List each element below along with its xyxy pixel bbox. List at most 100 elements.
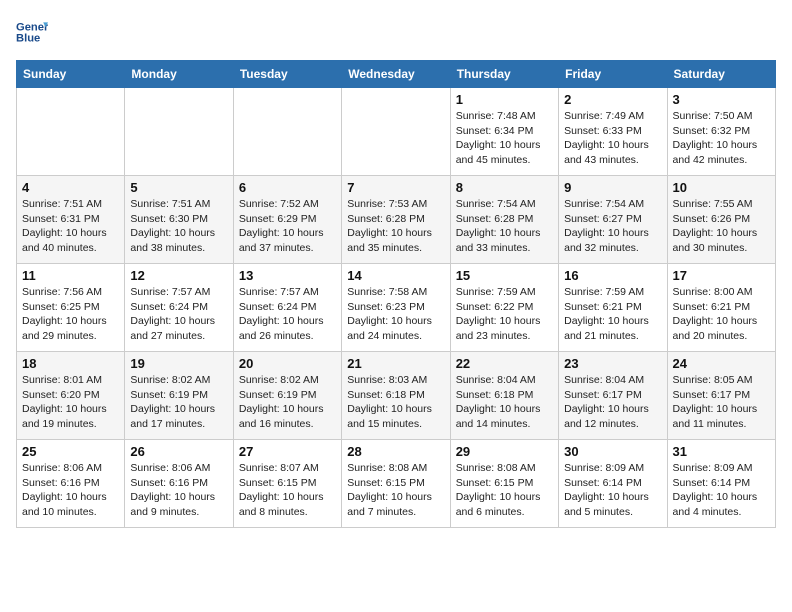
day-number: 14 (347, 268, 444, 283)
day-info: Sunrise: 7:51 AM Sunset: 6:30 PM Dayligh… (130, 197, 227, 256)
day-number: 18 (22, 356, 119, 371)
day-number: 19 (130, 356, 227, 371)
day-number: 5 (130, 180, 227, 195)
day-info: Sunrise: 7:49 AM Sunset: 6:33 PM Dayligh… (564, 109, 661, 168)
calendar-cell: 9Sunrise: 7:54 AM Sunset: 6:27 PM Daylig… (559, 176, 667, 264)
weekday-header: Thursday (450, 61, 558, 88)
day-number: 15 (456, 268, 553, 283)
calendar-cell: 18 Sunrise: 8:01 AM Sunset: 6:20 PM Dayli… (17, 352, 125, 440)
day-number: 17 (673, 268, 770, 283)
day-number: 8 (456, 180, 553, 195)
calendar-cell: 31 Sunrise: 8:09 AM Sunset: 6:14 PM Dayli… (667, 440, 775, 528)
day-info: Sunrise: 8:07 AM Sunset: 6:15 PM Dayligh… (239, 461, 336, 520)
day-number: 12 (130, 268, 227, 283)
day-info: Sunrise: 8:04 AM Sunset: 6:18 PM Dayligh… (456, 373, 553, 432)
calendar-cell (17, 88, 125, 176)
day-number: 9 (564, 180, 661, 195)
calendar-cell: 30 Sunrise: 8:09 AM Sunset: 6:14 PM Dayli… (559, 440, 667, 528)
day-number: 21 (347, 356, 444, 371)
day-number: 30 (564, 444, 661, 459)
day-info: Sunrise: 7:51 AM Sunset: 6:31 PM Dayligh… (22, 197, 119, 256)
day-number: 27 (239, 444, 336, 459)
calendar-cell: 10 Sunrise: 7:55 AM Sunset: 6:26 PM Dayli… (667, 176, 775, 264)
weekday-header: Friday (559, 61, 667, 88)
day-info: Sunrise: 8:04 AM Sunset: 6:17 PM Dayligh… (564, 373, 661, 432)
calendar-cell: 8 Sunrise: 7:54 AM Sunset: 6:28 PM Daylig… (450, 176, 558, 264)
calendar-cell: 16 Sunrise: 7:59 AM Sunset: 6:21 PM Dayli… (559, 264, 667, 352)
calendar-cell (342, 88, 450, 176)
day-number: 4 (22, 180, 119, 195)
calendar-cell: 1 Sunrise: 7:48 AM Sunset: 6:34 PM Daylig… (450, 88, 558, 176)
weekday-header: Saturday (667, 61, 775, 88)
calendar-cell (233, 88, 341, 176)
calendar-cell: 29 Sunrise: 8:08 AM Sunset: 6:15 PM Dayli… (450, 440, 558, 528)
day-number: 31 (673, 444, 770, 459)
logo-icon: General Blue (16, 16, 48, 48)
day-info: Sunrise: 8:05 AM Sunset: 6:17 PM Dayligh… (673, 373, 770, 432)
calendar-cell: 25 Sunrise: 8:06 AM Sunset: 6:16 PM Dayli… (17, 440, 125, 528)
day-info: Sunrise: 8:02 AM Sunset: 6:19 PM Dayligh… (130, 373, 227, 432)
day-number: 6 (239, 180, 336, 195)
day-number: 24 (673, 356, 770, 371)
svg-text:Blue: Blue (16, 33, 40, 45)
day-number: 26 (130, 444, 227, 459)
day-info: Sunrise: 7:59 AM Sunset: 6:21 PM Dayligh… (564, 285, 661, 344)
day-info: Sunrise: 7:48 AM Sunset: 6:34 PM Dayligh… (456, 109, 553, 168)
weekday-header: Monday (125, 61, 233, 88)
day-info: Sunrise: 8:01 AM Sunset: 6:20 PM Dayligh… (22, 373, 119, 432)
logo: General Blue (16, 16, 28, 48)
day-info: Sunrise: 7:54 AM Sunset: 6:28 PM Dayligh… (456, 197, 553, 256)
calendar-cell: 23 Sunrise: 8:04 AM Sunset: 6:17 PM Dayli… (559, 352, 667, 440)
calendar-cell: 20 Sunrise: 8:02 AM Sunset: 6:19 PM Dayli… (233, 352, 341, 440)
day-info: Sunrise: 7:50 AM Sunset: 6:32 PM Dayligh… (673, 109, 770, 168)
day-info: Sunrise: 7:52 AM Sunset: 6:29 PM Dayligh… (239, 197, 336, 256)
calendar-cell: 15 Sunrise: 7:59 AM Sunset: 6:22 PM Dayli… (450, 264, 558, 352)
day-info: Sunrise: 7:57 AM Sunset: 6:24 PM Dayligh… (130, 285, 227, 344)
day-info: Sunrise: 8:06 AM Sunset: 6:16 PM Dayligh… (130, 461, 227, 520)
calendar-cell: 5 Sunrise: 7:51 AM Sunset: 6:30 PM Daylig… (125, 176, 233, 264)
day-number: 13 (239, 268, 336, 283)
day-number: 10 (673, 180, 770, 195)
day-info: Sunrise: 8:06 AM Sunset: 6:16 PM Dayligh… (22, 461, 119, 520)
calendar-cell (125, 88, 233, 176)
calendar-cell: 28 Sunrise: 8:08 AM Sunset: 6:15 PM Dayli… (342, 440, 450, 528)
day-info: Sunrise: 7:58 AM Sunset: 6:23 PM Dayligh… (347, 285, 444, 344)
day-number: 25 (22, 444, 119, 459)
day-info: Sunrise: 8:09 AM Sunset: 6:14 PM Dayligh… (673, 461, 770, 520)
day-info: Sunrise: 7:57 AM Sunset: 6:24 PM Dayligh… (239, 285, 336, 344)
day-number: 1 (456, 92, 553, 107)
weekday-header: Tuesday (233, 61, 341, 88)
calendar-cell: 2 Sunrise: 7:49 AM Sunset: 6:33 PM Daylig… (559, 88, 667, 176)
calendar-cell: 3 Sunrise: 7:50 AM Sunset: 6:32 PM Daylig… (667, 88, 775, 176)
day-number: 22 (456, 356, 553, 371)
calendar-cell: 11Sunrise: 7:56 AM Sunset: 6:25 PM Dayli… (17, 264, 125, 352)
page-header: General Blue (16, 16, 776, 48)
day-number: 2 (564, 92, 661, 107)
calendar-cell: 27 Sunrise: 8:07 AM Sunset: 6:15 PM Dayli… (233, 440, 341, 528)
day-number: 28 (347, 444, 444, 459)
day-number: 7 (347, 180, 444, 195)
day-info: Sunrise: 7:59 AM Sunset: 6:22 PM Dayligh… (456, 285, 553, 344)
weekday-header: Sunday (17, 61, 125, 88)
calendar-cell: 17Sunrise: 8:00 AM Sunset: 6:21 PM Dayli… (667, 264, 775, 352)
day-number: 23 (564, 356, 661, 371)
day-number: 16 (564, 268, 661, 283)
day-number: 29 (456, 444, 553, 459)
calendar-cell: 14 Sunrise: 7:58 AM Sunset: 6:23 PM Dayli… (342, 264, 450, 352)
day-info: Sunrise: 8:08 AM Sunset: 6:15 PM Dayligh… (347, 461, 444, 520)
calendar-table: SundayMondayTuesdayWednesdayThursdayFrid… (16, 60, 776, 528)
day-info: Sunrise: 8:09 AM Sunset: 6:14 PM Dayligh… (564, 461, 661, 520)
calendar-cell: 6 Sunrise: 7:52 AM Sunset: 6:29 PM Daylig… (233, 176, 341, 264)
calendar-cell: 24 Sunrise: 8:05 AM Sunset: 6:17 PM Dayli… (667, 352, 775, 440)
day-info: Sunrise: 7:55 AM Sunset: 6:26 PM Dayligh… (673, 197, 770, 256)
day-number: 3 (673, 92, 770, 107)
day-info: Sunrise: 8:08 AM Sunset: 6:15 PM Dayligh… (456, 461, 553, 520)
calendar-cell: 4 Sunrise: 7:51 AM Sunset: 6:31 PM Daylig… (17, 176, 125, 264)
svg-text:General: General (16, 21, 48, 33)
calendar-cell: 26 Sunrise: 8:06 AM Sunset: 6:16 PM Dayli… (125, 440, 233, 528)
calendar-cell: 13 Sunrise: 7:57 AM Sunset: 6:24 PM Dayli… (233, 264, 341, 352)
day-info: Sunrise: 8:02 AM Sunset: 6:19 PM Dayligh… (239, 373, 336, 432)
day-number: 20 (239, 356, 336, 371)
calendar-cell: 22 Sunrise: 8:04 AM Sunset: 6:18 PM Dayli… (450, 352, 558, 440)
day-info: Sunrise: 8:03 AM Sunset: 6:18 PM Dayligh… (347, 373, 444, 432)
